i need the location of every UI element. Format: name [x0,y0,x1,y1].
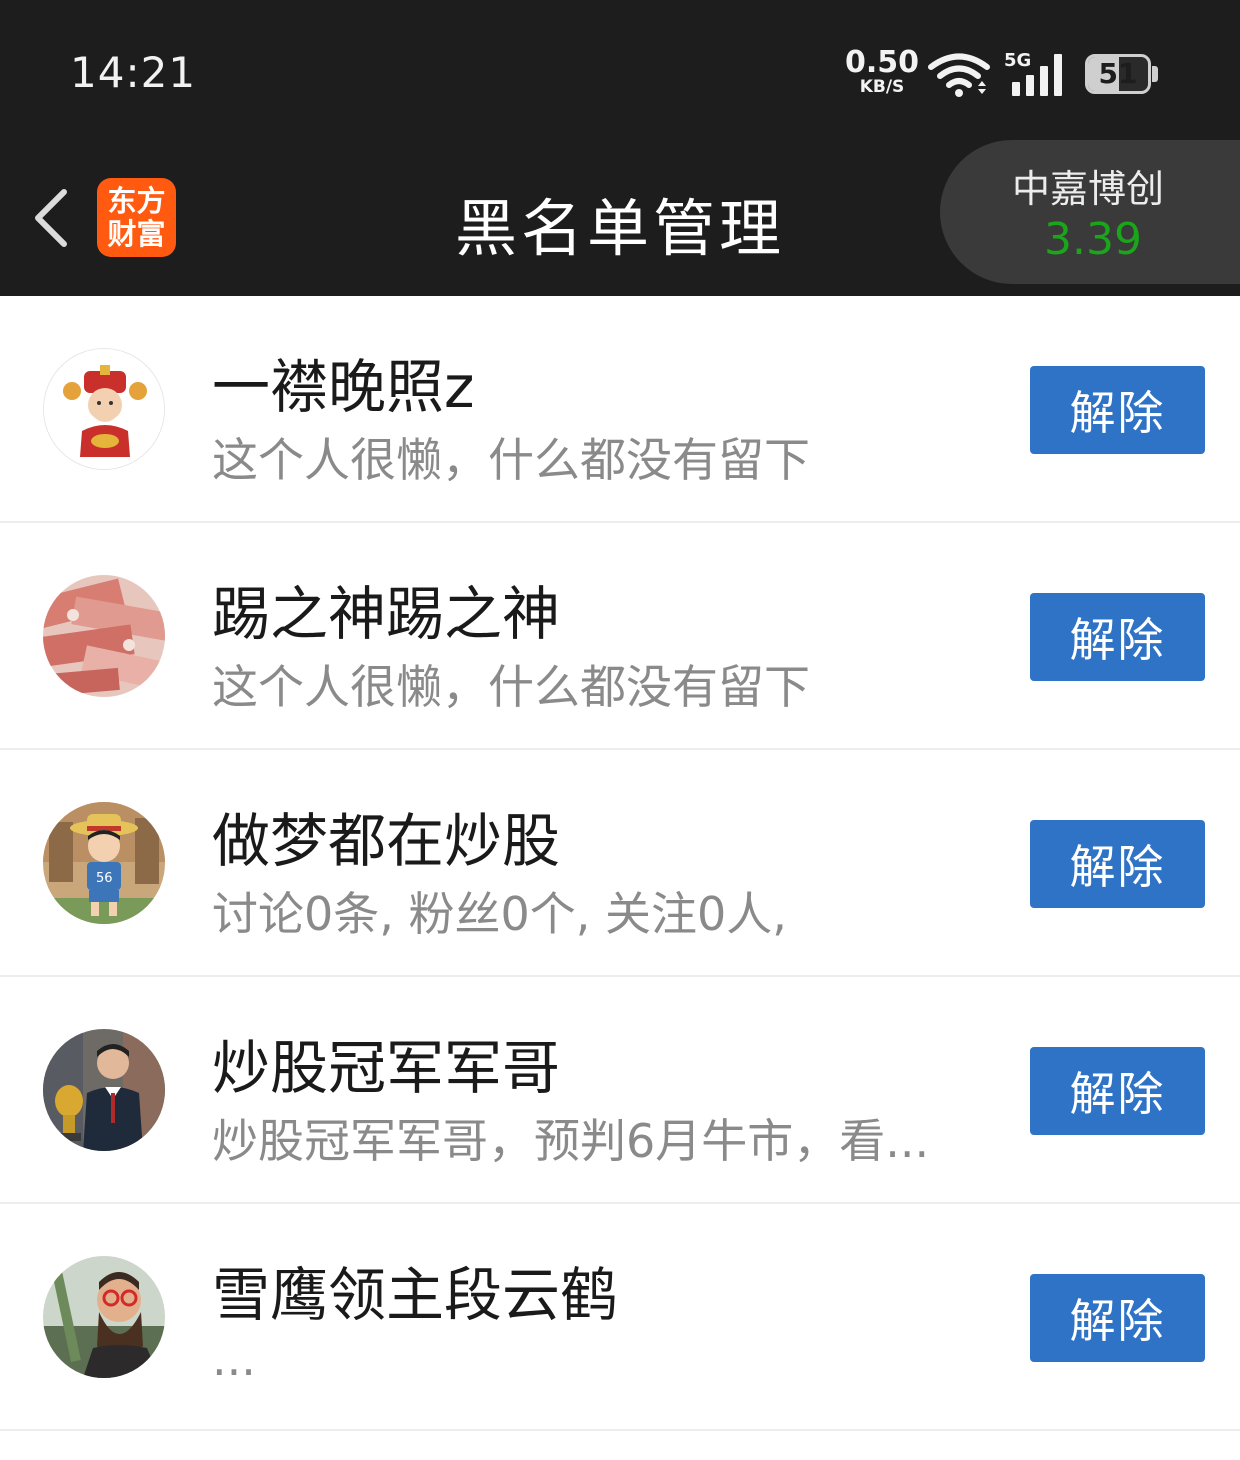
cartoon-boy-avatar[interactable]: 56 [43,802,165,924]
blacklist-page: 14:21 0.50 KB/S 5G 51 东方 财富 黑名单管理 中嘉博创 3… [0,0,1240,1460]
blacklist-row: 踢之神踢之神 这个人很懒，什么都没有留下 解除 [0,523,1240,750]
remove-button[interactable]: 解除 [1030,820,1205,908]
user-name: 做梦都在炒股 [212,807,561,875]
user-description: ... [212,1332,256,1386]
signal-5g-icon: 5G [1004,50,1062,96]
stock-price: 3.39 [1044,214,1142,265]
bearded-man-avatar[interactable] [43,1256,165,1378]
god-of-wealth-avatar[interactable] [43,348,165,470]
blacklist-row: 炒股冠军军哥 炒股冠军军哥，预判6月牛市，看... 解除 [0,977,1240,1204]
money-stack-avatar[interactable] [43,575,165,697]
remove-button[interactable]: 解除 [1030,593,1205,681]
wifi-icon [928,53,990,97]
blacklist-row: 雪鹰领主段云鹤 ... 解除 [0,1204,1240,1431]
battery-tip [1152,66,1158,82]
user-name: 炒股冠军军哥 [212,1034,561,1102]
network-speed-value: 0.50 [844,45,920,80]
network-type-label: 5G [1004,50,1031,71]
user-name: 雪鹰领主段云鹤 [212,1261,619,1329]
status-time: 14:21 [70,48,197,97]
remove-button[interactable]: 解除 [1030,1047,1205,1135]
network-speed: 0.50 KB/S [844,48,920,96]
remove-button[interactable]: 解除 [1030,1274,1205,1362]
user-description: 这个人很懒，什么都没有留下 [212,433,810,487]
stock-name: 中嘉博创 [1012,167,1165,211]
blacklist-row: 56 做梦都在炒股 讨论0条, 粉丝0个, 关注0人, 解除 [0,750,1240,977]
user-description: 讨论0条, 粉丝0个, 关注0人, [212,887,787,941]
stock-ticker-badge[interactable]: 中嘉博创 3.39 [940,140,1240,284]
blacklist-list: 一襟晚照z 这个人很懒，什么都没有留下 解除 踢之神踢之神 这个人很懒，什么都没 [0,296,1240,1431]
blacklist-row: 一襟晚照z 这个人很懒，什么都没有留下 解除 [0,296,1240,523]
header-bar: 东方 财富 黑名单管理 中嘉博创 3.39 [0,138,1240,296]
trophy-man-avatar[interactable] [43,1029,165,1151]
user-description: 这个人很懒，什么都没有留下 [212,660,810,714]
remove-button[interactable]: 解除 [1030,366,1205,454]
status-bar: 14:21 0.50 KB/S 5G 51 [0,0,1240,138]
battery-level: 51 [1098,57,1138,90]
user-description: 炒股冠军军哥，预判6月牛市，看... [212,1114,930,1168]
user-name: 踢之神踢之神 [212,580,561,648]
battery-icon: 51 [1085,54,1151,94]
network-speed-unit: KB/S [859,77,905,97]
svg-text:56: 56 [96,871,113,886]
user-name: 一襟晚照z [212,353,475,421]
